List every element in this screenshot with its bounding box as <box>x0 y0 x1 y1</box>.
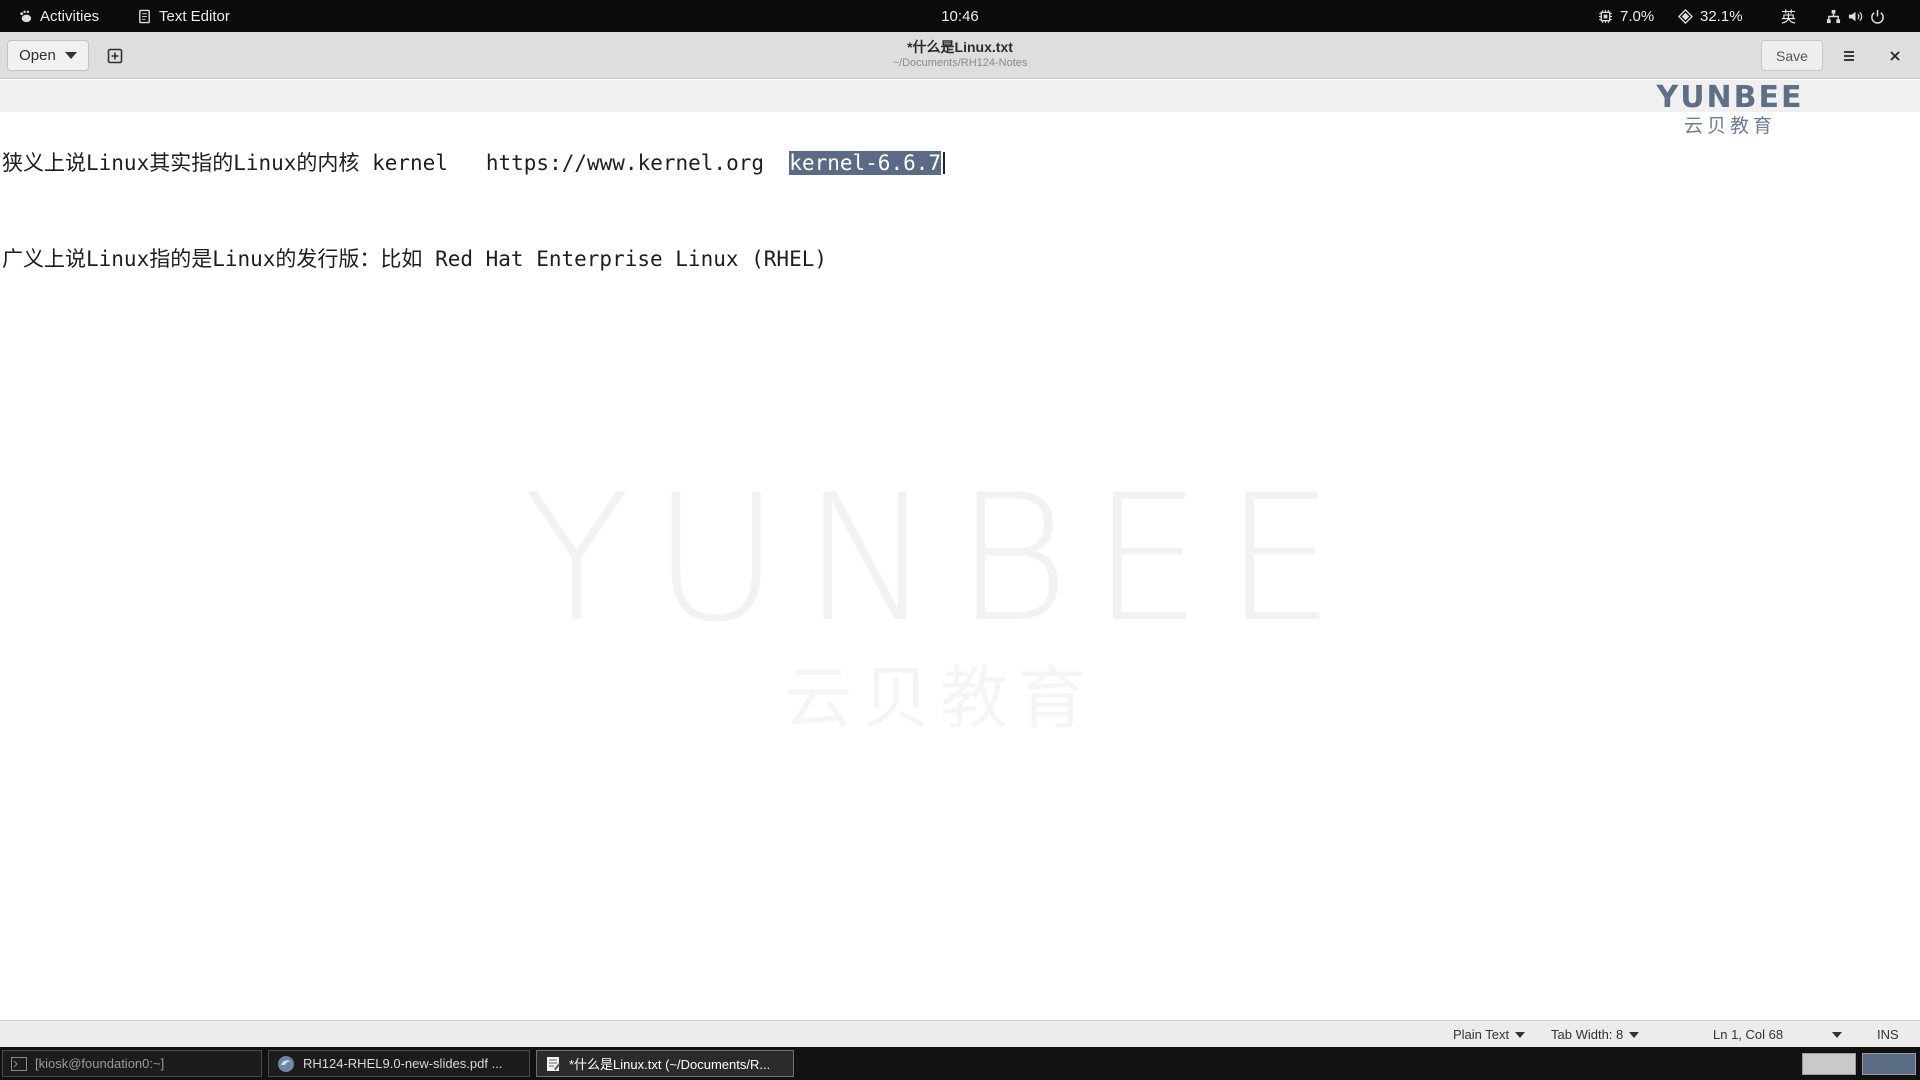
activities-button[interactable]: Activities <box>18 0 99 32</box>
open-button[interactable]: Open <box>7 40 89 71</box>
volume-icon <box>1848 11 1863 21</box>
taskbar-item-text-editor[interactable]: *什么是Linux.txt (~/Documents/R... <box>536 1050 794 1077</box>
app-menu[interactable]: Text Editor <box>137 0 230 32</box>
main-menu-button[interactable] <box>1833 40 1864 71</box>
new-tab-icon <box>107 48 122 63</box>
memory-indicator[interactable]: 32.1% <box>1678 0 1743 32</box>
window-list-bar: [kiosk@foundation0:~] RH124-RHEL9.0-new-… <box>0 1047 1920 1080</box>
watermark-center: YUNBEE 云贝教育 <box>500 460 1380 740</box>
chevron-down-icon <box>1832 1031 1842 1038</box>
new-document-button[interactable] <box>99 40 130 71</box>
selected-text[interactable]: kernel-6.6.7 <box>789 151 942 175</box>
language-selector[interactable]: Plain Text <box>1453 1021 1526 1048</box>
header-bar: Open *什么是Linux.txt ~/Documents/RH124-Not… <box>0 32 1920 79</box>
workspace-2[interactable] <box>1862 1053 1916 1075</box>
cursor-position[interactable]: Ln 1, Col 68 <box>1713 1021 1783 1048</box>
text-editor-icon <box>139 9 150 23</box>
memory-value: 32.1% <box>1700 7 1743 25</box>
cursor-position-label: Ln 1, Col 68 <box>1713 1027 1784 1042</box>
cpu-value: 7.0% <box>1620 7 1655 25</box>
insert-mode-indicator: INS <box>1877 1021 1899 1048</box>
open-button-label: Open <box>19 47 56 64</box>
network-wired-icon <box>1826 9 1841 23</box>
line-2-text: 广义上说Linux指的是Linux的发行版：比如 Red Hat Enterpr… <box>2 247 828 271</box>
input-method-indicator[interactable]: 英 <box>1781 0 1796 32</box>
clock-time[interactable]: 10:46 <box>941 8 979 25</box>
close-icon <box>1889 50 1900 61</box>
workspace-1[interactable] <box>1802 1053 1856 1075</box>
taskbar-item-label: RH124-RHEL9.0-new-slides.pdf ... <box>303 1056 503 1071</box>
power-icon <box>1871 9 1884 24</box>
taskbar-item-terminal[interactable]: [kiosk@foundation0:~] <box>2 1050 262 1077</box>
app-menu-label: Text Editor <box>159 7 230 25</box>
hamburger-menu-icon <box>1843 50 1854 61</box>
text-line-2[interactable]: 广义上说Linux指的是Linux的发行版：比如 Red Hat Enterpr… <box>2 243 945 275</box>
tab-width-selector[interactable]: Tab Width: 8 <box>1551 1021 1640 1048</box>
activities-label: Activities <box>40 7 100 25</box>
position-dropdown[interactable] <box>1832 1021 1842 1048</box>
window-title: *什么是Linux.txt ~/Documents/RH124-Notes <box>0 38 1920 70</box>
browser-icon <box>278 1055 294 1072</box>
close-window-button[interactable] <box>1879 40 1910 71</box>
taskbar-item-pdf-viewer[interactable]: RH124-RHEL9.0-new-slides.pdf ... <box>268 1050 530 1077</box>
chevron-down-icon <box>1515 1031 1526 1038</box>
chevron-down-icon <box>1629 1031 1640 1038</box>
document-path: ~/Documents/RH124-Notes <box>892 57 1028 69</box>
line-1-text: 狭义上说Linux其实指的Linux的内核 kernel https://www… <box>2 151 790 175</box>
document-text[interactable]: 狭义上说Linux其实指的Linux的内核 kernel https://www… <box>2 83 946 339</box>
save-button[interactable]: Save <box>1761 40 1823 71</box>
text-editor-area[interactable]: YUNBEE 云贝教育 狭义上说Linux其实指的Linux的内核 kernel… <box>0 80 1920 1020</box>
system-tray[interactable] <box>1826 0 1885 32</box>
text-cursor <box>943 152 946 174</box>
gnome-foot-icon <box>20 10 32 22</box>
insert-mode-label: INS <box>1877 1027 1899 1042</box>
status-bar: Plain Text Tab Width: 8 Ln 1, Col 68 INS <box>0 1020 1920 1047</box>
watermark-center-en: YUNBEE <box>523 458 1357 661</box>
input-method-label: 英 <box>1781 8 1797 26</box>
language-label: Plain Text <box>1453 1027 1510 1042</box>
taskbar-item-label: *什么是Linux.txt (~/Documents/R... <box>569 1057 771 1072</box>
taskbar-item-label: [kiosk@foundation0:~] <box>35 1056 165 1071</box>
top-bar: Activities Text Editor 10:46 7.0% 32.1% … <box>0 0 1920 32</box>
watermark-center-cn: 云贝教育 <box>783 660 1096 739</box>
tab-width-label: Tab Width: 8 <box>1551 1027 1624 1042</box>
text-editor-icon <box>547 1056 561 1071</box>
terminal-icon <box>11 1056 27 1071</box>
text-line-1[interactable]: 狭义上说Linux其实指的Linux的内核 kernel https://www… <box>2 147 946 179</box>
cpu-indicator[interactable]: 7.0% <box>1598 0 1654 32</box>
cpu-icon <box>1598 9 1613 23</box>
save-button-label: Save <box>1776 47 1808 64</box>
chevron-down-icon <box>64 52 77 59</box>
memory-icon <box>1678 8 1693 24</box>
document-title: *什么是Linux.txt <box>907 39 1013 55</box>
